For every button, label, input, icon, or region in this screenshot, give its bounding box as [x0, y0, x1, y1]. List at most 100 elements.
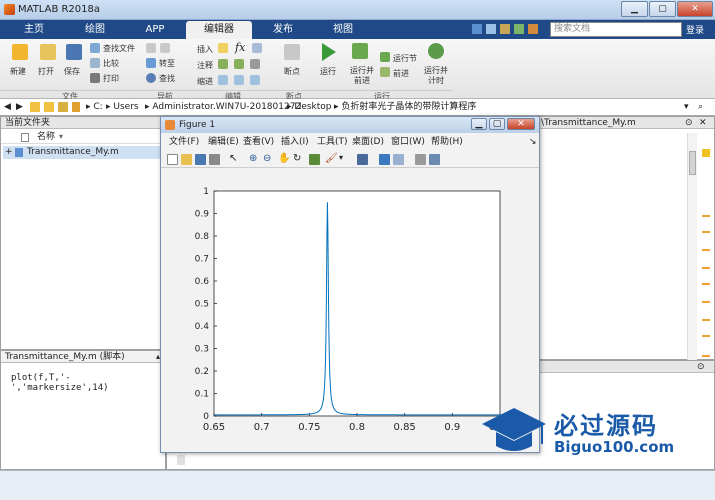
back-arrow-icon[interactable]: ◀: [4, 99, 11, 115]
indent-button[interactable]: 缩进: [197, 76, 213, 87]
address-part-project[interactable]: ▸ 负折射率光子晶体的带隙计算程序: [334, 99, 476, 115]
editor-close-icon[interactable]: ✕: [699, 118, 707, 128]
save-button[interactable]: 保存: [64, 66, 80, 77]
figure-minimize-button[interactable]: ▁: [471, 118, 487, 130]
run-section-button[interactable]: 运行节: [393, 53, 417, 64]
command-window-options-icon[interactable]: ⊙: [697, 362, 705, 372]
warning-marker[interactable]: [702, 231, 710, 233]
advance-button[interactable]: 前进: [393, 68, 409, 79]
open-button[interactable]: 打开: [38, 66, 54, 77]
name-column-header[interactable]: 名称 ▾: [1, 130, 165, 144]
menu-edit[interactable]: 编辑(E): [208, 135, 239, 149]
list-item[interactable]: + Transmittance_My.m: [3, 146, 165, 159]
fx-button[interactable]: fx: [235, 41, 245, 54]
link-plot-icon[interactable]: [357, 154, 368, 165]
menu-insert[interactable]: 插入(I): [281, 135, 309, 149]
maximize-button[interactable]: ▢: [649, 1, 676, 17]
forward-arrow-icon[interactable]: ▶: [16, 99, 23, 115]
up-folder-icon[interactable]: [44, 102, 54, 112]
login-link[interactable]: 登录: [686, 23, 704, 36]
new-figure-icon[interactable]: [167, 154, 178, 165]
address-bar[interactable]: ◀ ▶ ▸ C: ▸ Users ▸ Administrator.WIN7U-2…: [0, 99, 715, 116]
pointer-icon[interactable]: ↖: [229, 153, 237, 164]
address-search-icon[interactable]: ⌕: [698, 99, 703, 115]
run-button[interactable]: 运行: [320, 66, 336, 77]
minimize-button[interactable]: ▁: [621, 1, 648, 17]
search-icon[interactable]: ⌕: [670, 23, 676, 34]
zoom-out-icon[interactable]: ⊖: [263, 153, 271, 164]
back-arrow-icon[interactable]: [146, 43, 156, 53]
figure-maximize-button[interactable]: ▢: [489, 118, 505, 130]
menu-tools[interactable]: 工具(T): [317, 135, 348, 149]
print-figure-icon[interactable]: [209, 154, 220, 165]
expand-icon[interactable]: +: [5, 146, 13, 159]
rotate-icon[interactable]: ↻: [293, 153, 301, 164]
new-button[interactable]: 新建: [10, 66, 26, 77]
warning-marker[interactable]: [702, 267, 710, 269]
insert-button[interactable]: 插入: [197, 44, 213, 55]
breakpoints-button[interactable]: 断点: [284, 66, 300, 77]
indent-icon[interactable]: [234, 75, 244, 85]
data-cursor-icon[interactable]: [309, 154, 320, 165]
tab-view[interactable]: 视图: [314, 21, 372, 39]
comment-icon[interactable]: [218, 59, 228, 69]
scrollbar-thumb[interactable]: [689, 151, 696, 175]
compare-button[interactable]: 比较: [103, 58, 119, 69]
command-prompt[interactable]: [177, 455, 185, 465]
tab-publish[interactable]: 发布: [254, 21, 312, 39]
redo-icon[interactable]: [528, 24, 538, 34]
undo-icon[interactable]: [514, 24, 524, 34]
menu-dock-icon[interactable]: ↘: [529, 135, 537, 149]
brush-dropdown-icon[interactable]: ▾: [339, 153, 343, 162]
address-part-users[interactable]: ▸ Users: [106, 99, 139, 115]
tab-apps[interactable]: APP: [126, 21, 184, 39]
find-button[interactable]: 查找: [159, 73, 175, 84]
menu-help[interactable]: 帮助(H): [431, 135, 463, 149]
search-docs-input[interactable]: 搜索文档: [550, 22, 682, 37]
comment-button[interactable]: 注释: [197, 60, 213, 71]
legend-icon[interactable]: [393, 154, 404, 165]
figure-close-button[interactable]: ✕: [507, 118, 535, 130]
tab-home[interactable]: 主页: [4, 21, 64, 39]
address-part-drive[interactable]: ▸ C:: [86, 99, 103, 115]
run-advance-button[interactable]: 运行并 前进: [350, 66, 374, 86]
warning-marker[interactable]: [702, 283, 710, 285]
run-time-button[interactable]: 运行并 计时: [424, 66, 448, 86]
tab-editor[interactable]: 编辑器: [186, 21, 252, 39]
warning-marker[interactable]: [702, 355, 710, 357]
browse-folder-icon[interactable]: [58, 102, 68, 112]
uncomment-icon[interactable]: [234, 59, 244, 69]
find-files-button[interactable]: 查找文件: [103, 43, 135, 54]
analyzer-status-icon[interactable]: [702, 149, 710, 157]
save-figure-icon[interactable]: [195, 154, 206, 165]
menu-desktop[interactable]: 桌面(D): [352, 135, 384, 149]
forward-arrow-icon[interactable]: [160, 43, 170, 53]
address-part-admin[interactable]: ▸ Administrator.WIN7U-20180127Z: [145, 99, 302, 115]
print-button[interactable]: 打印: [103, 73, 119, 84]
pan-icon[interactable]: ✋: [278, 153, 290, 164]
warning-marker[interactable]: [702, 319, 710, 321]
warning-marker[interactable]: [702, 335, 710, 337]
warning-marker[interactable]: [702, 301, 710, 303]
tab-plots[interactable]: 绘图: [66, 21, 124, 39]
menu-view[interactable]: 查看(V): [243, 135, 274, 149]
outdent-icon[interactable]: [250, 75, 260, 85]
open-file-icon[interactable]: [181, 154, 192, 165]
show-plot-tools-icon[interactable]: [429, 154, 440, 165]
cell-icon[interactable]: [252, 43, 262, 53]
hide-plot-tools-icon[interactable]: [415, 154, 426, 165]
address-part-desktop[interactable]: ▸ Desktop: [287, 99, 332, 115]
close-button[interactable]: ✕: [677, 1, 713, 17]
zoom-in-icon[interactable]: ⊕: [249, 153, 257, 164]
folder-icon[interactable]: [30, 102, 40, 112]
colorbar-icon[interactable]: [379, 154, 390, 165]
address-dropdown-icon[interactable]: ▾: [684, 99, 689, 115]
copy-icon[interactable]: [500, 24, 510, 34]
save-icon[interactable]: [472, 24, 482, 34]
wrap-icon[interactable]: [250, 59, 260, 69]
editor-scrollbar[interactable]: [687, 133, 697, 360]
goto-button[interactable]: 转至: [159, 58, 175, 69]
warning-marker[interactable]: [702, 215, 710, 217]
brush-icon[interactable]: 🖌: [325, 153, 338, 164]
cut-icon[interactable]: [486, 24, 496, 34]
